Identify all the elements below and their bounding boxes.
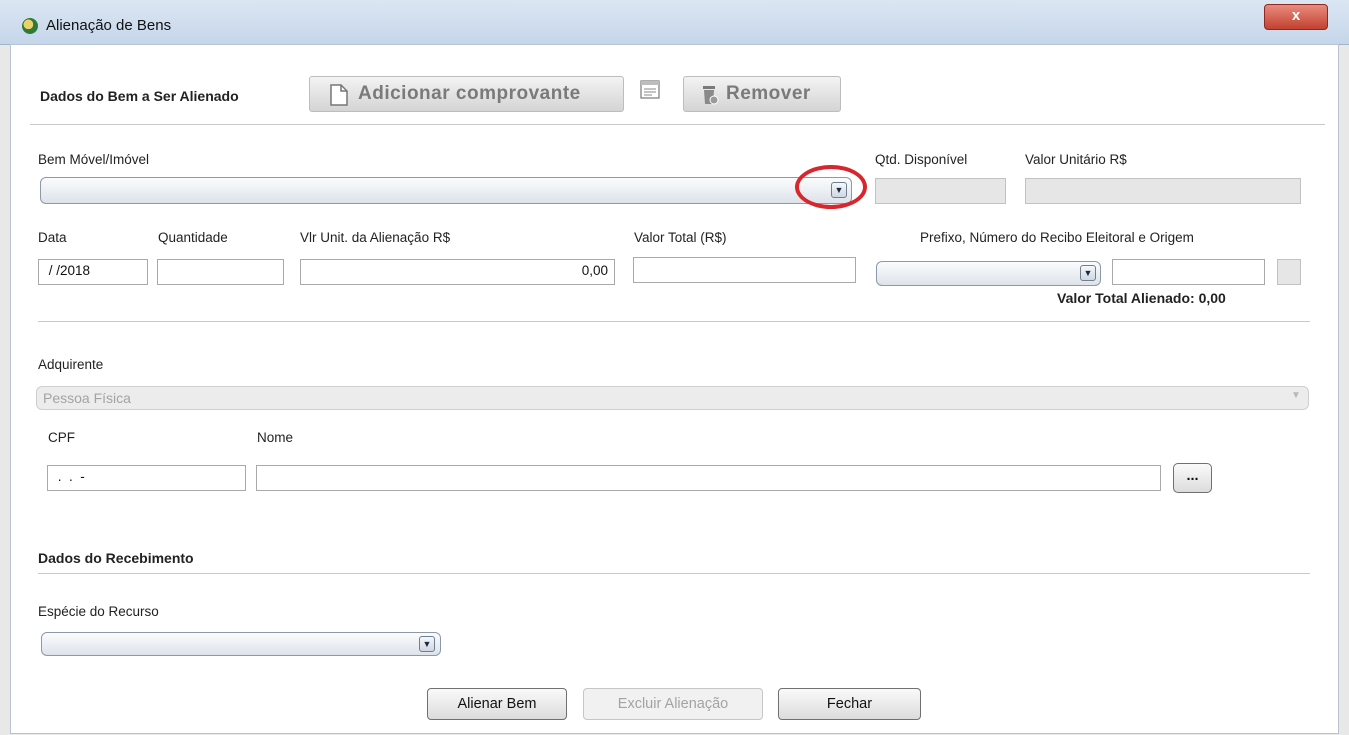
cpf-input[interactable]: . . -	[47, 465, 246, 491]
fechar-button[interactable]: Fechar	[778, 688, 921, 720]
divider	[38, 573, 1310, 574]
section-title-recebimento: Dados do Recebimento	[38, 550, 194, 566]
close-button[interactable]: x	[1264, 4, 1328, 30]
excluir-alienacao-button: Excluir Alienação	[583, 688, 763, 720]
divider	[38, 321, 1310, 322]
origem-field	[1277, 259, 1301, 285]
valor-total-label: Valor Total (R$)	[634, 230, 727, 245]
trash-icon	[703, 86, 719, 105]
title-bar	[0, 0, 1349, 45]
app-emblem-icon	[22, 18, 38, 34]
adquirente-tipo-value: Pessoa Física	[43, 390, 131, 406]
qtd-disponivel-field	[875, 178, 1006, 204]
window-title: Alienação de Bens	[46, 17, 172, 34]
document-icon	[330, 84, 348, 106]
bem-movel-label: Bem Móvel/Imóvel	[38, 152, 150, 167]
divider	[30, 124, 1325, 125]
dropdown-arrow-icon: ▼	[1291, 390, 1301, 401]
qtd-disponivel-label: Qtd. Disponível	[875, 152, 968, 167]
add-receipt-button[interactable]: Adicionar comprovante	[309, 76, 624, 112]
adquirente-tipo-select: Pessoa Física ▼	[36, 386, 1309, 410]
prefixo-select[interactable]: ▼	[876, 261, 1101, 286]
bem-movel-select[interactable]: ▼	[40, 177, 852, 204]
remove-label: Remover	[726, 83, 811, 104]
add-receipt-label: Adicionar comprovante	[358, 83, 581, 104]
valor-unitario-label: Valor Unitário R$	[1025, 152, 1127, 167]
quantidade-input[interactable]	[157, 259, 284, 285]
vlr-unit-alienacao-label: Vlr Unit. da Alienação R$	[300, 230, 451, 245]
section-title-bem: Dados do Bem a Ser Alienado	[40, 88, 239, 104]
data-label: Data	[38, 230, 67, 245]
adquirente-label: Adquirente	[38, 357, 104, 372]
nome-label: Nome	[257, 430, 294, 445]
recibo-input[interactable]	[1112, 259, 1265, 285]
especie-recurso-label: Espécie do Recurso	[38, 604, 159, 619]
remove-button[interactable]: Remover	[683, 76, 841, 112]
dropdown-arrow-icon[interactable]: ▼	[1080, 265, 1096, 281]
search-adquirente-button[interactable]: ...	[1173, 463, 1212, 493]
prefixo-recibo-label: Prefixo, Número do Recibo Eleitoral e Or…	[920, 230, 1194, 245]
highlight-circle	[795, 165, 867, 209]
receipt-icon[interactable]	[640, 80, 662, 100]
vlr-unit-alienacao-input[interactable]: 0,00	[300, 259, 615, 285]
dropdown-arrow-icon[interactable]: ▼	[419, 636, 435, 652]
valor-total-input[interactable]	[633, 257, 856, 283]
cpf-label: CPF	[48, 430, 75, 445]
nome-input[interactable]	[256, 465, 1161, 491]
especie-recurso-select[interactable]: ▼	[41, 632, 441, 656]
valor-unitario-field	[1025, 178, 1301, 204]
valor-total-alienado: Valor Total Alienado: 0,00	[1057, 290, 1226, 306]
quantidade-label: Quantidade	[158, 230, 228, 245]
data-input[interactable]: / /2018	[38, 259, 148, 285]
alienar-bem-button[interactable]: Alienar Bem	[427, 688, 567, 720]
